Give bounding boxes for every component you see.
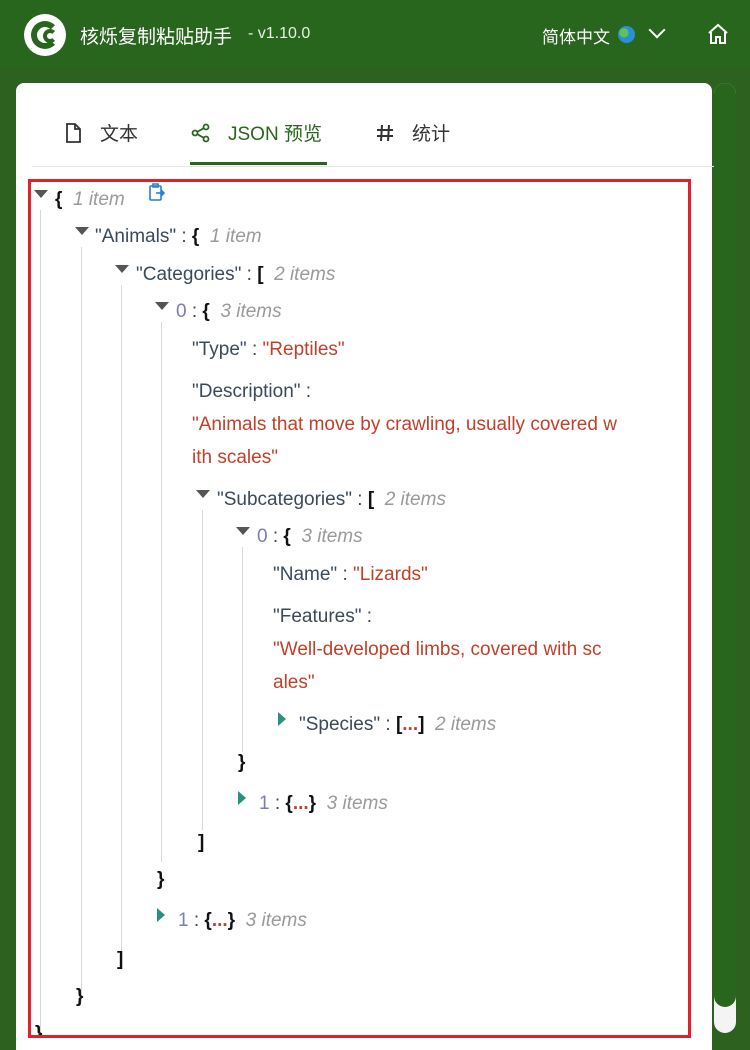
tab-text[interactable]: 文本 (62, 119, 138, 146)
tree-node-features: "Features" : (273, 606, 373, 627)
app-header: 核烁复制粘贴助手 - v1.10.0 简体中文 (0, 0, 750, 68)
indent-guide (40, 210, 41, 1035)
collapse-toggle[interactable] (236, 527, 250, 535)
tab-bar: 文本 JSON 预览 统计 (32, 83, 716, 167)
tree-node-subcategory-1: 1 : {...} 3 items (259, 793, 388, 814)
tree-node-subcategories: "Subcategories" : [ 2 items (217, 489, 446, 510)
hash-icon (377, 124, 393, 141)
app-title: 核烁复制粘贴助手 (80, 27, 233, 48)
closing-bracket: ] (198, 832, 205, 853)
tab-text-label: 文本 (100, 124, 139, 145)
item-count: 1 item (72, 189, 125, 210)
collapse-toggle[interactable] (75, 227, 89, 235)
json-tree-viewer: { 1 item "Animals" : { 1 item "Categorie… (28, 179, 691, 1038)
copy-icon[interactable] (148, 183, 166, 203)
indent-guide (81, 247, 82, 1002)
tree-node-type: "Type" : "Reptiles" (192, 339, 345, 360)
collapse-toggle[interactable] (155, 302, 169, 310)
indent-guide (161, 322, 162, 862)
tab-stats[interactable]: 统计 (374, 119, 450, 146)
features-value-line-2: ales" (273, 672, 315, 693)
share-nodes-icon (191, 123, 210, 142)
indent-guide (242, 547, 243, 752)
tree-node-subcategory-0: 0 : { 3 items (257, 526, 363, 547)
closing-brace: } (76, 986, 84, 1007)
closing-brace: } (35, 1023, 43, 1038)
chevron-down-icon[interactable] (648, 21, 666, 39)
expand-toggle[interactable] (278, 712, 286, 726)
app-logo (24, 14, 66, 56)
indent-guide (202, 510, 203, 830)
document-icon (66, 122, 81, 143)
collapse-toggle[interactable] (115, 265, 129, 273)
features-value-line-1: "Well-developed limbs, covered with sc (273, 639, 602, 660)
home-icon[interactable] (706, 22, 730, 46)
closing-brace: } (238, 752, 246, 773)
closing-brace: } (157, 869, 165, 890)
expand-toggle[interactable] (238, 791, 246, 805)
collapse-toggle[interactable] (196, 490, 210, 498)
tree-node-animals: "Animals" : { 1 item (95, 226, 262, 247)
globe-icon (618, 26, 635, 43)
language-selector[interactable]: 简体中文 (542, 23, 610, 48)
app-version: - v1.10.0 (248, 25, 311, 42)
tree-node-name: "Name" : "Lizards" (273, 564, 428, 585)
closing-bracket: ] (117, 949, 124, 970)
expand-toggle[interactable] (157, 908, 165, 922)
tree-node-description: "Description" : (192, 381, 312, 402)
tree-node-categories: "Categories" : [ 2 items (136, 264, 336, 285)
tree-node-root: { 1 item (55, 189, 125, 210)
collapse-toggle[interactable] (34, 190, 48, 198)
active-tab-indicator (190, 162, 327, 165)
description-value-line-2: ith scales" (192, 447, 278, 468)
tab-json-preview[interactable]: JSON 预览 (190, 119, 322, 146)
tree-node-category-0: 0 : { 3 items (176, 301, 282, 322)
tree-node-species: "Species" : [...] 2 items (299, 714, 497, 735)
description-value-line-1: "Animals that move by crawling, usually … (192, 414, 617, 435)
indent-guide (121, 285, 122, 965)
tab-json-label: JSON 预览 (228, 124, 322, 145)
scrollbar-thumb[interactable] (714, 83, 736, 1007)
tab-stats-label: 统计 (412, 124, 451, 145)
tree-node-category-1: 1 : {...} 3 items (178, 910, 307, 931)
